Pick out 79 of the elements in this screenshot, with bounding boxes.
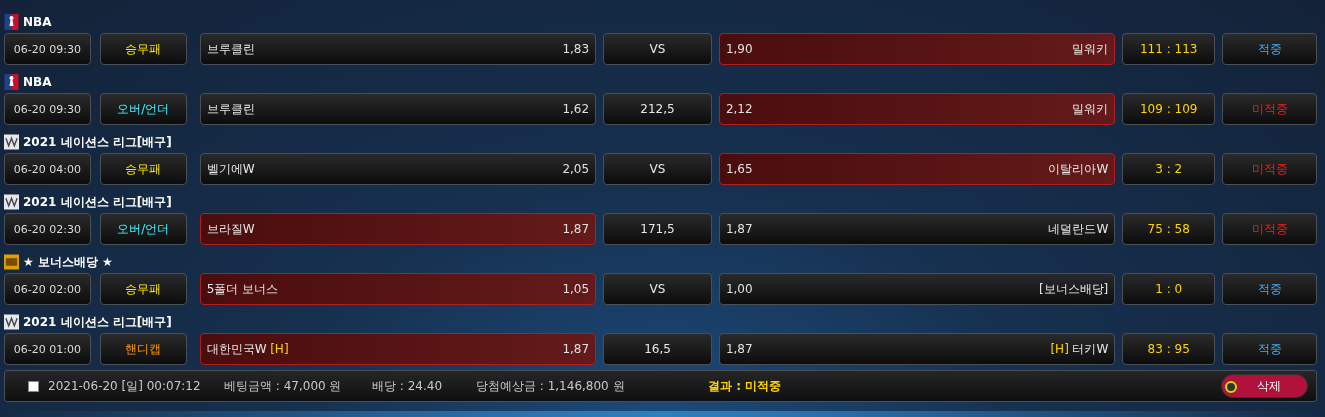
odds: 1,87 [725,342,753,356]
league-name: 2021 네이션스 리그[배구] [23,313,172,331]
final-score: 75 : 58 [1122,213,1216,245]
line-value: 16,5 [603,333,712,365]
away-team-option[interactable]: 1,00 [보너스배당] [718,273,1116,305]
team-name: 브라질W [206,220,255,238]
odds: 1,00 [725,282,753,296]
bet-type: 승무패 [99,273,187,305]
line-value: VS [603,33,712,65]
odds: 1,05 [562,282,590,296]
final-score: 109 : 109 [1122,93,1216,125]
home-team-option[interactable]: 브루클린 1,62 [199,93,597,125]
bet-type: 승무패 [99,33,187,65]
team-name: 이탈리아W [1048,160,1109,178]
odds: 1,83 [562,42,590,56]
line-value: 171,5 [603,213,712,245]
total-odds: 배당 : 24.40 [372,377,444,395]
bet-result: 적중 [1222,333,1317,365]
away-team-option[interactable]: 1,90 밀워키 [718,33,1116,65]
match-time: 06-20 04:00 [4,153,91,185]
bet-amount: 베팅금액 : 47,000 원 [224,377,343,395]
final-score: 1 : 0 [1122,273,1216,305]
home-team-option[interactable]: 벨기에W 2,05 [199,153,597,185]
team-name: [H] 터키W [1050,340,1109,358]
team-name: 벨기에W [206,160,255,178]
league-name: 2021 네이션스 리그[배구] [23,133,172,151]
match-time: 06-20 02:30 [4,213,91,245]
expected-winnings: 당첨예상금 : 1,146,800 원 [476,377,626,395]
team-name: 브루클린 [206,100,255,118]
bet-result: 미적중 [1222,213,1317,245]
away-team-option[interactable]: 1,65 이탈리아W [718,153,1116,185]
odds: 2,05 [562,162,590,176]
line-value: 212,5 [603,93,712,125]
bet-type: 핸디캡 [99,333,187,365]
odds: 2,12 [725,102,753,116]
league-name: NBA [23,75,52,89]
bet-outcome: 결과 : 미적중 [708,377,783,395]
home-team-option[interactable]: 5폴더 보너스 1,05 [199,273,597,305]
bet-result: 적중 [1222,33,1317,65]
match-time: 06-20 09:30 [4,33,91,65]
match-time: 06-20 01:00 [4,333,91,365]
odds: 1,90 [725,42,753,56]
odds: 1,87 [562,222,590,236]
odds: 1,87 [725,222,753,236]
line-value: VS [603,273,712,305]
odds: 1,87 [562,342,590,356]
home-team-option[interactable]: 대한민국W [H] 1,87 [199,333,597,365]
bet-datetime: 2021-06-20 [일] 00:07:12 [48,377,202,395]
final-score: 83 : 95 [1122,333,1216,365]
team-name: 밀워키 [1072,100,1109,118]
bet-result: 적중 [1222,273,1317,305]
bet-result: 미적중 [1222,153,1317,185]
team-name: 밀워키 [1072,40,1109,58]
odds: 1,65 [725,162,753,176]
league-name: NBA [23,15,52,29]
away-team-option[interactable]: 1,87 네덜란드W [718,213,1116,245]
league-name: 2021 네이션스 리그[배구] [23,193,172,211]
line-value: VS [603,153,712,185]
team-name: 브루클린 [206,40,255,58]
bet-result: 미적중 [1222,93,1317,125]
select-checkbox[interactable] [28,380,39,392]
final-score: 111 : 113 [1122,33,1216,65]
delete-button[interactable]: 삭제 [1221,374,1308,398]
home-team-option[interactable]: 브루클린 1,83 [199,33,597,65]
team-name: 대한민국W [H] [206,340,289,358]
odds: 1,62 [562,102,590,116]
bet-type: 오버/언더 [99,93,187,125]
team-name: 네덜란드W [1048,220,1109,238]
final-score: 3 : 2 [1122,153,1216,185]
bet-type: 오버/언더 [99,213,187,245]
match-time: 06-20 02:00 [4,273,91,305]
away-team-option[interactable]: 2,12 밀워키 [718,93,1116,125]
match-time: 06-20 09:30 [4,93,91,125]
league-name: ★ 보너스배당 ★ [23,253,113,271]
away-team-option[interactable]: 1,87 [H] 터키W [718,333,1116,365]
team-name: 5폴더 보너스 [206,280,279,298]
bet-type: 승무패 [99,153,187,185]
team-name: [보너스배당] [1038,280,1109,298]
home-team-option[interactable]: 브라질W 1,87 [199,213,597,245]
